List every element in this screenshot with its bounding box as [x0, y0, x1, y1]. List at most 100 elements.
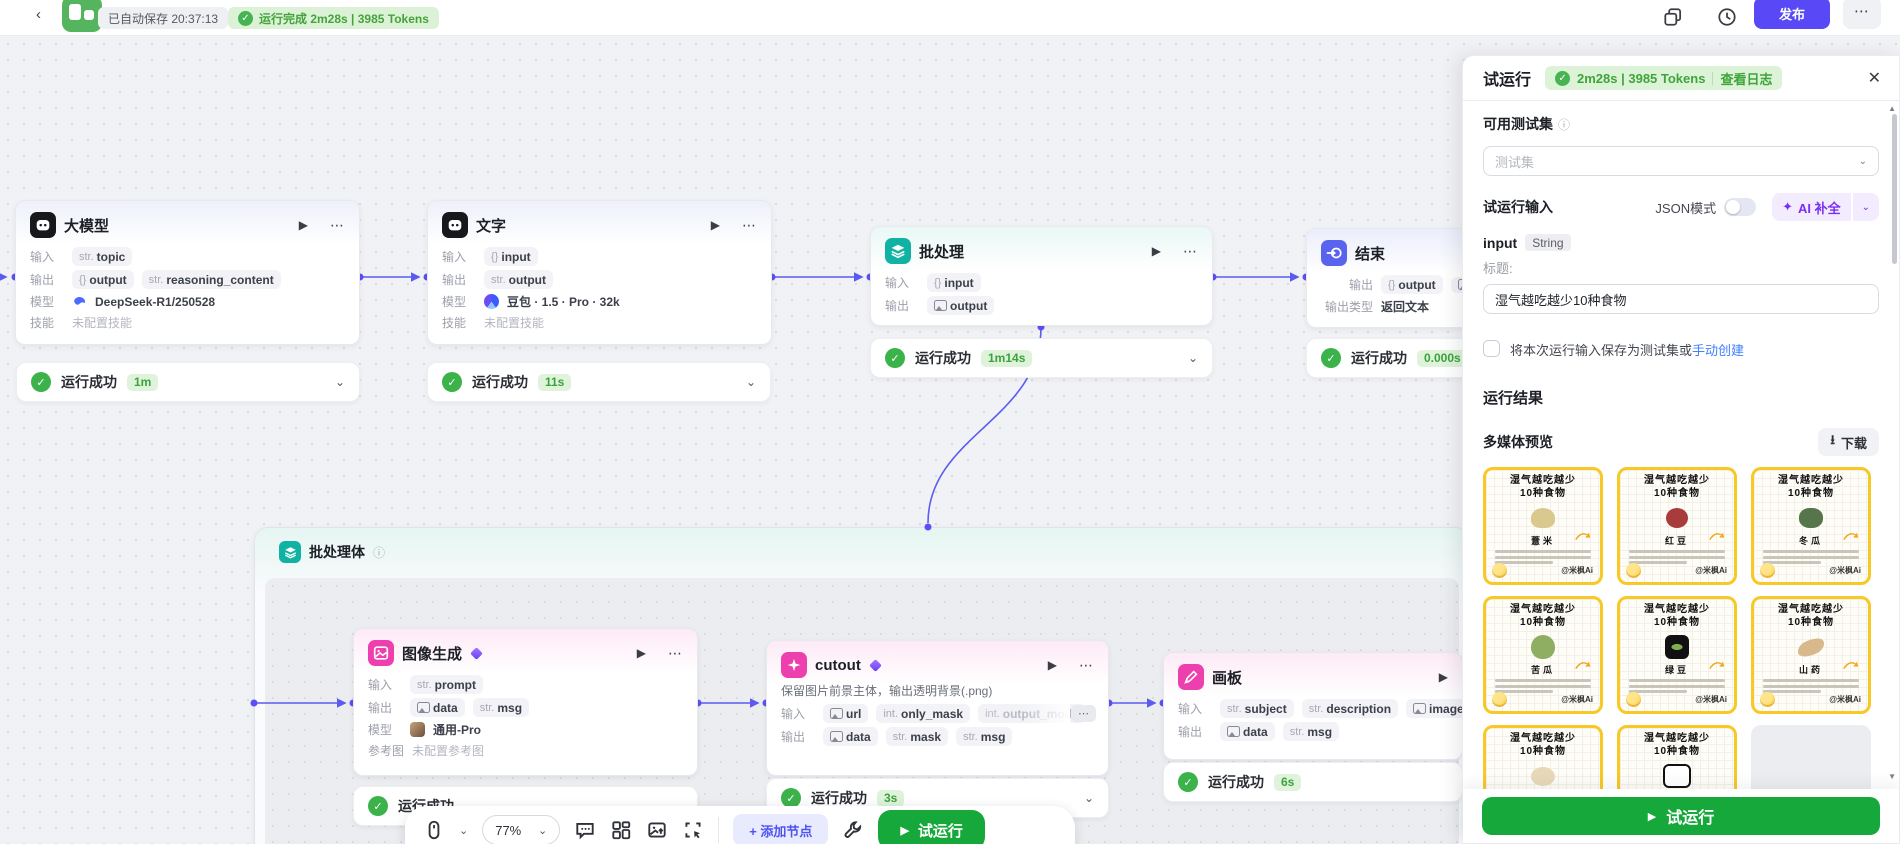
port-tag[interactable]: url — [823, 704, 869, 723]
media-card[interactable]: 湿气越吃越少 10种食物 苦瓜 @米枫Ai — [1483, 596, 1603, 714]
port-tag[interactable]: data — [410, 698, 465, 717]
node-title: 文字 — [476, 217, 507, 235]
node-more-icon[interactable]: ⋯ — [1079, 657, 1094, 674]
layout-grid-icon[interactable] — [610, 819, 632, 841]
app-logo[interactable] — [62, 0, 102, 32]
status-llm[interactable]: ✓ 运行成功 1m ⌄ — [16, 362, 360, 402]
image-upload-icon[interactable] — [646, 819, 668, 841]
port-tag[interactable]: data — [823, 727, 878, 746]
info-icon[interactable]: ⓘ — [1558, 116, 1570, 133]
port-tag[interactable]: str. msg — [1282, 722, 1340, 741]
ai-complete-button[interactable]: ✦ AI 补全 ⌄ — [1772, 193, 1879, 221]
node-run-icon[interactable]: ▶ — [637, 646, 646, 660]
canvas-run-button[interactable]: ▶ 试运行 — [878, 810, 985, 844]
add-node-button[interactable]: + 添加节点 — [733, 814, 829, 844]
type-icon — [1227, 726, 1240, 737]
more-menu-icon[interactable]: ⋯ — [1843, 0, 1881, 29]
node-llm[interactable]: 大模型 ▶ ⋯ 输入 str. topic 输出 {} output str. reas… — [15, 200, 360, 345]
panel-run-button[interactable]: ▶ 试运行 — [1482, 797, 1880, 835]
node-batch[interactable]: 批处理 ▶ ⋯ 输入 {} input 输出 output — [870, 226, 1213, 326]
node-image-gen[interactable]: 图像生成 ▶ ⋯ 输入 str. prompt 输出 data str. msg 模型… — [353, 628, 698, 776]
chevron-down-icon[interactable]: ⌄ — [335, 375, 345, 389]
node-run-icon[interactable]: ▶ — [1439, 670, 1448, 684]
chevron-down-icon[interactable]: ⌄ — [1188, 351, 1198, 365]
node-more-icon[interactable]: ⋯ — [742, 217, 757, 234]
media-card[interactable]: 湿气越吃越少 10种食物 薏米 @米枫Ai — [1483, 467, 1603, 585]
view-log-link[interactable]: 查看日志 — [1720, 69, 1772, 88]
run-complete-badge[interactable]: ✓ 运行完成 2m28s | 3985 Tokens — [228, 7, 439, 29]
port-tag[interactable]: str. prompt — [410, 675, 483, 694]
back-icon[interactable]: ‹ — [36, 6, 41, 23]
node-cutout[interactable]: cutout ▶ ⋯ 保留图片前景主体，输出透明背景(.png) 输入 url i… — [766, 640, 1109, 776]
port-tag[interactable]: {} output — [1381, 275, 1443, 294]
copy-icon[interactable] — [1662, 6, 1684, 28]
pleading-emoji-icon — [1492, 692, 1507, 707]
run-summary-badge[interactable]: ✓ 2m28s | 3985 Tokens 查看日志 — [1545, 66, 1783, 90]
model-avatar — [410, 722, 425, 737]
chevron-down-icon[interactable]: ⌄ — [1084, 791, 1094, 805]
port-tag[interactable]: image — [1406, 699, 1462, 718]
ai-complete-chevron-icon[interactable]: ⌄ — [1852, 193, 1879, 221]
save-testset-checkbox[interactable] — [1483, 340, 1500, 357]
media-card[interactable]: 湿气越吃越少 10种食物 绿豆 @米枫Ai — [1617, 596, 1737, 714]
more-ports-icon[interactable]: ⋯ — [1071, 705, 1096, 722]
json-mode-toggle[interactable] — [1724, 198, 1757, 216]
card-food-name: 苦瓜 — [1486, 662, 1600, 676]
node-more-icon[interactable]: ⋯ — [330, 217, 345, 234]
pointer-mode-icon[interactable] — [423, 819, 445, 841]
node-text[interactable]: 文字 ▶ ⋯ 输入 {} input 输出 str. output 模型 豆包 · … — [427, 200, 772, 345]
testset-select[interactable]: 测试集 ⌄ — [1483, 146, 1879, 176]
port-tag[interactable]: str. mask — [885, 727, 949, 746]
media-card[interactable]: 湿气越吃越少 10种食物 — [1617, 725, 1737, 789]
status-text[interactable]: ✓ 运行成功 11s ⌄ — [427, 362, 771, 402]
node-run-icon[interactable]: ▶ — [1152, 244, 1161, 258]
port-tag[interactable]: str. description — [1301, 699, 1399, 718]
media-card[interactable]: 湿气越吃越少 10种食物 冬瓜 @米枫Ai — [1751, 467, 1871, 585]
port-tag[interactable]: {} input — [484, 247, 538, 266]
testset-placeholder: 测试集 — [1495, 154, 1535, 170]
port-tag[interactable]: int. only_mask — [876, 704, 971, 723]
card-title: 湿气越吃越少 10种食物 — [1644, 604, 1710, 628]
port-tag[interactable]: str. msg — [472, 698, 530, 717]
node-run-icon[interactable]: ▶ — [711, 218, 720, 232]
port-tag[interactable]: str. reasoning_content — [141, 270, 281, 289]
close-icon[interactable]: ✕ — [1868, 68, 1881, 88]
info-icon[interactable]: ⓘ — [373, 544, 385, 561]
download-button[interactable]: ⭳ 下载 — [1818, 428, 1879, 456]
port-tag[interactable]: str. topic — [72, 247, 133, 266]
node-run-icon[interactable]: ▶ — [299, 218, 308, 232]
node-run-icon[interactable]: ▶ — [1048, 658, 1057, 672]
port-tag[interactable]: str. msg — [956, 727, 1013, 746]
doodle-arrow-icon — [1575, 662, 1591, 670]
port-tag[interactable]: output — [927, 296, 995, 315]
status-board[interactable]: ✓ 运行成功 6s — [1163, 762, 1463, 802]
model-name: 通用-Pro — [433, 723, 482, 737]
media-card[interactable]: 湿气越吃越少 10种食物 山药 @米枫Ai — [1751, 596, 1871, 714]
scroll-down-icon[interactable]: ▼ — [1888, 772, 1896, 781]
status-batch[interactable]: ✓ 运行成功 1m14s ⌄ — [870, 338, 1213, 378]
comment-icon[interactable] — [574, 819, 596, 841]
scroll-up-icon[interactable]: ▲ — [1888, 104, 1896, 113]
node-board[interactable]: 画板 ▶ 输入 str.subjectstr.descriptionimages… — [1163, 652, 1463, 760]
port-tag[interactable]: str. output — [484, 270, 553, 289]
manual-create-link[interactable]: 手动创建 — [1692, 343, 1744, 358]
doodle-arrow-icon — [1709, 533, 1725, 541]
pointer-mode-chevron-icon[interactable]: ⌄ — [459, 824, 468, 837]
card-description-lines — [1486, 547, 1600, 564]
history-icon[interactable] — [1716, 6, 1738, 28]
panel-scrollbar[interactable] — [1892, 114, 1897, 264]
port-tag[interactable]: data — [1220, 722, 1275, 741]
frame-select-icon[interactable] — [682, 819, 704, 841]
node-more-icon[interactable]: ⋯ — [668, 645, 683, 662]
media-card[interactable]: 湿气越吃越少 10种食物 红豆 @米枫Ai — [1617, 467, 1737, 585]
port-tag[interactable]: {} input — [927, 273, 981, 292]
publish-button[interactable]: 发布 — [1754, 0, 1830, 29]
media-card[interactable]: 湿气越吃越少 10种食物 — [1483, 725, 1603, 789]
run-input-field[interactable] — [1483, 284, 1879, 314]
port-tag[interactable]: str. subject — [1220, 699, 1294, 718]
zoom-select[interactable]: 77% ⌄ — [482, 815, 561, 844]
port-tag[interactable]: {} output — [72, 270, 134, 289]
wrench-icon[interactable] — [842, 819, 864, 841]
node-more-icon[interactable]: ⋯ — [1183, 243, 1198, 260]
chevron-down-icon[interactable]: ⌄ — [746, 375, 756, 389]
